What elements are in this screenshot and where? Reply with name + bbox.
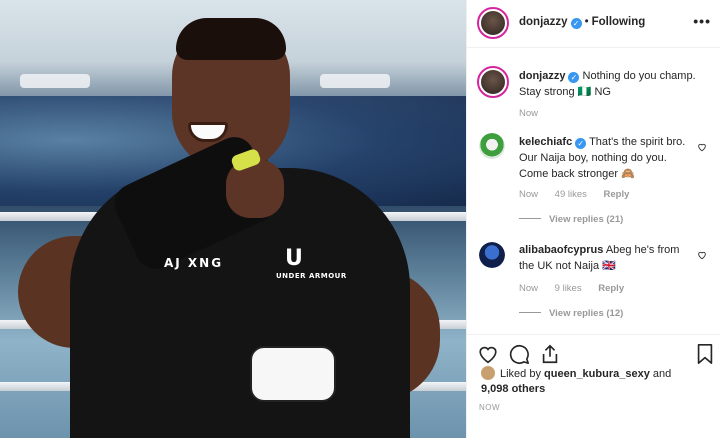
view-replies-label: View replies (21): [549, 214, 624, 225]
view-replies-label: View replies (12): [549, 308, 624, 319]
brand-logo: U: [285, 246, 303, 271]
comment-like-icon[interactable]: [697, 142, 707, 152]
comment-likes[interactable]: 49 likes: [555, 189, 587, 200]
post-timestamp[interactable]: NOW: [479, 403, 500, 412]
replies-line: [519, 218, 541, 219]
author-username[interactable]: donjazzy: [519, 16, 568, 28]
view-replies-button[interactable]: View replies (12): [519, 308, 623, 319]
comment-meta: Now 9 likes Reply: [519, 283, 638, 294]
view-replies-button[interactable]: View replies (21): [519, 214, 623, 225]
shirt-name: AJ XNG: [164, 256, 224, 270]
commenter-avatar[interactable]: [479, 133, 505, 159]
more-icon[interactable]: •••: [693, 13, 711, 29]
liked-joiner: and: [652, 368, 672, 380]
caption-time[interactable]: Now: [519, 108, 538, 119]
comment-time[interactable]: Now: [519, 283, 538, 294]
post-sidebar: donjazzy ✓ • Following ••• donjazzy ✓ Nothin…: [466, 0, 720, 438]
comment-username[interactable]: alibabaofcyprus: [519, 244, 603, 256]
commenter-avatar[interactable]: [479, 242, 505, 268]
likes-summary: Liked by queen_kubura_sexy and 9,098 oth…: [481, 366, 711, 397]
comment-text-block: alibabaofcyprus Abeg he's from the UK no…: [519, 242, 697, 274]
caption-avatar[interactable]: [477, 66, 509, 98]
arena-light: [20, 74, 90, 88]
comment-likes[interactable]: 9 likes: [555, 283, 582, 294]
author-avatar[interactable]: [477, 7, 509, 39]
comment-username[interactable]: kelechiafc: [519, 136, 572, 148]
liked-by-prefix: Liked by: [500, 368, 541, 380]
verified-icon: ✓: [568, 72, 580, 83]
boxer-hair: [176, 18, 286, 60]
likes-count[interactable]: 9,098 others: [481, 383, 545, 395]
arena-light: [320, 74, 390, 88]
verified-icon: ✓: [570, 18, 582, 29]
comment-icon[interactable]: [508, 343, 530, 365]
comment-meta: Now 49 likes Reply: [519, 189, 643, 200]
caption-username[interactable]: donjazzy: [519, 70, 565, 82]
hand-wrap-white: [250, 346, 336, 402]
comment-time[interactable]: Now: [519, 189, 538, 200]
comment-text-block: kelechiafc ✓ That's the spirit bro. Our N…: [519, 134, 697, 182]
bookmark-icon[interactable]: [695, 343, 717, 365]
post-header: donjazzy ✓ • Following •••: [467, 0, 720, 48]
brand-text: UNDER ARMOUR: [276, 272, 347, 280]
post-photo[interactable]: AJ XNG U UNDER ARMOUR: [0, 0, 466, 438]
header-line: donjazzy ✓ • Following: [519, 16, 645, 29]
verified-icon: ✓: [575, 138, 587, 149]
reply-button[interactable]: Reply: [604, 189, 630, 200]
share-icon[interactable]: [539, 343, 561, 365]
caption-text-block: donjazzy ✓ Nothing do you champ. Stay str…: [519, 68, 697, 100]
liker-username[interactable]: queen_kubura_sexy: [544, 368, 650, 380]
comment-like-icon[interactable]: [697, 250, 707, 260]
separator-dot: •: [584, 16, 589, 28]
heart-icon[interactable]: [477, 343, 499, 365]
liker-avatar[interactable]: [481, 366, 495, 380]
reply-button[interactable]: Reply: [598, 283, 624, 294]
replies-line: [519, 312, 541, 313]
caption-meta: Now: [519, 108, 552, 119]
following-button[interactable]: Following: [592, 16, 646, 28]
